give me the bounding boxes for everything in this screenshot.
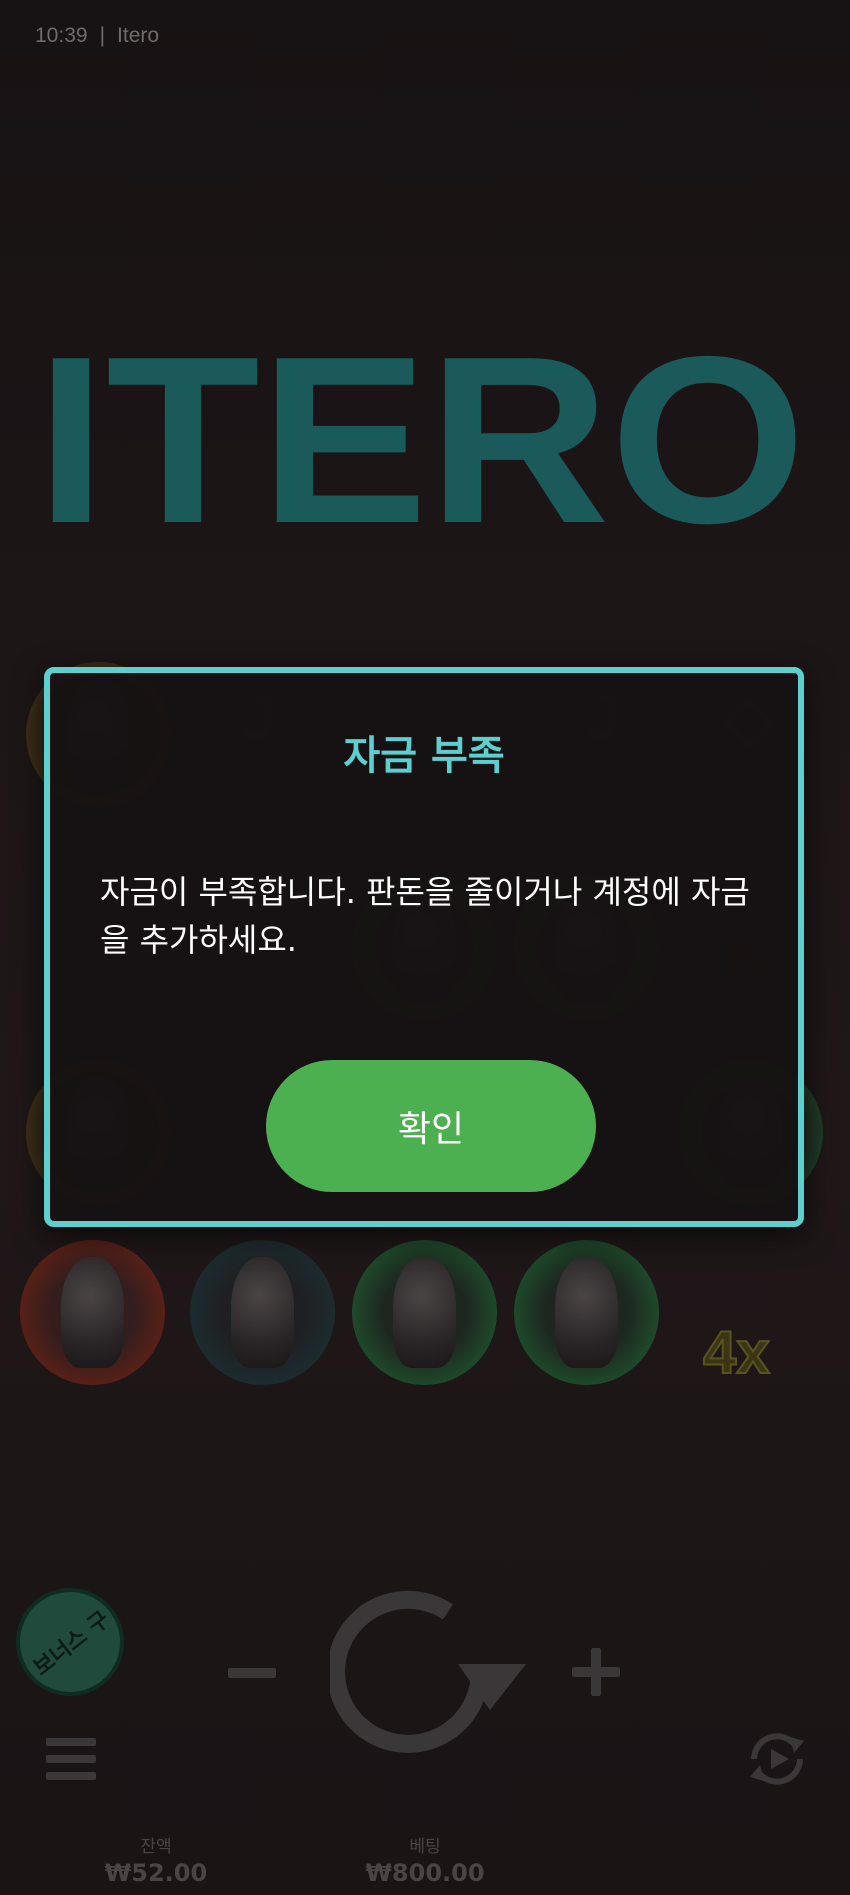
reel-symbol-david-5 [514, 1240, 659, 1385]
status-separator: | [99, 24, 106, 47]
game-logo: ITERO [36, 330, 816, 540]
status-bar: 10:39 | Itero [35, 24, 159, 48]
spin-button[interactable] [327, 1582, 530, 1762]
menu-icon [46, 1738, 96, 1746]
menu-button[interactable] [46, 1738, 96, 1780]
reel-symbol-maiden [190, 1240, 335, 1385]
balance-display: 잔액 ₩52.00 [100, 1832, 212, 1887]
balance-label: 잔액 [140, 1837, 172, 1857]
bonus-buy-label: 보너스 구 [28, 1606, 115, 1682]
spin-icon [327, 1590, 526, 1753]
status-app-name: Itero [117, 24, 160, 47]
status-time: 10:39 [35, 24, 88, 47]
bet-label: 베팅 [409, 1837, 441, 1857]
dialog-title: 자금 부족 [343, 733, 505, 779]
multiplier-badge: 4x [702, 1318, 771, 1387]
game-screen: 10:39 | Itero ITERO J J ◇ K K I K 4x 보너스… [0, 0, 850, 1895]
bet-display: 베팅 ₩800.00 [365, 1832, 485, 1887]
insufficient-funds-dialog: 자금 부족 자금이 부족합니다. 판돈을 줄이거나 계정에 자금을 추가하세요.… [44, 667, 804, 1227]
autoplay-icon [750, 1733, 804, 1785]
dialog-message: 자금이 부족합니다. 판돈을 줄이거나 계정에 자금을 추가하세요. [100, 873, 750, 959]
reel-symbol-zeus-3 [20, 1240, 165, 1385]
bet-value: ₩800.00 [365, 1859, 485, 1887]
bonus-buy-button[interactable]: 보너스 구 [16, 1588, 124, 1696]
balance-value: ₩52.00 [104, 1859, 208, 1887]
minus-icon[interactable] [228, 1668, 276, 1678]
autoplay-button[interactable] [742, 1727, 812, 1791]
confirm-button[interactable]: 확인 [266, 1060, 596, 1192]
plus-icon[interactable] [572, 1648, 620, 1696]
reel-symbol-david-4 [352, 1240, 497, 1385]
logo-text: ITERO [36, 330, 806, 540]
